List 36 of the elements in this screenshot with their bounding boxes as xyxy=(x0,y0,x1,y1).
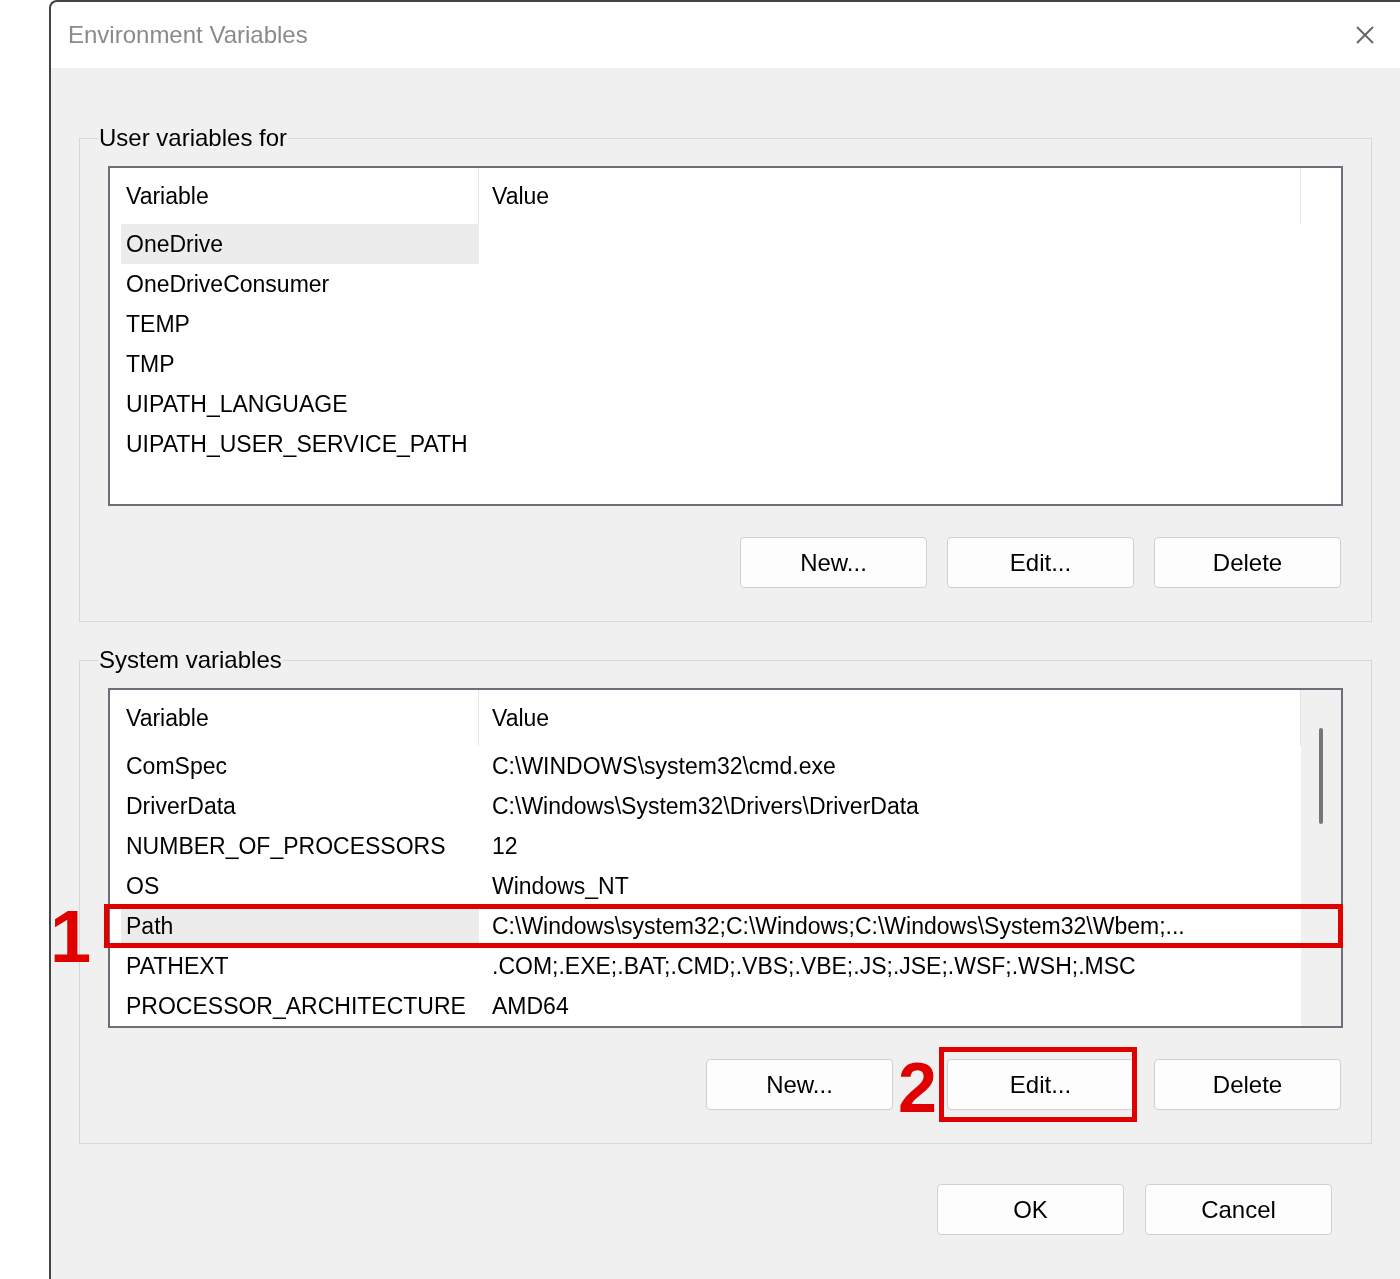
variable-cell[interactable]: OS xyxy=(121,866,479,906)
dialog-button[interactable]: New... xyxy=(740,537,927,588)
value-cell-text: C:\Windows\system32;C:\Windows;C:\Windows\System32\Wbem;... xyxy=(491,911,1186,941)
window-title: Environment Variables xyxy=(68,20,308,50)
dialog-button[interactable]: Edit... xyxy=(947,537,1134,588)
dialog-button[interactable]: OK xyxy=(937,1184,1124,1235)
value-cell-text: C:\WINDOWS\system32\cmd.exe xyxy=(491,751,837,781)
variable-cell[interactable]: TEMP xyxy=(121,304,479,344)
scrollbar-thumb[interactable] xyxy=(1319,728,1323,824)
variable-cell[interactable]: TMP xyxy=(121,344,479,384)
variable-cell[interactable]: DriverData xyxy=(121,786,479,826)
variable-cell[interactable]: OneDrive xyxy=(121,224,479,264)
variable-cell[interactable]: UIPATH_USER_SERVICE_PATH xyxy=(121,424,479,464)
dialog-button[interactable]: Delete xyxy=(1154,1059,1341,1110)
dialog-button[interactable]: Edit... xyxy=(947,1059,1134,1110)
variable-cell[interactable]: ComSpec xyxy=(121,746,479,786)
variable-cell[interactable]: PROCESSOR_ARCHITECTURE xyxy=(121,986,479,1026)
column-header[interactable]: Variable xyxy=(121,690,479,746)
value-cell-text: .COM;.EXE;.BAT;.CMD;.VBS;.VBE;.JS;.JSE;.WSF;.WSH;.MSC xyxy=(491,951,1137,981)
value-cell-text: C:\Windows\System32\Drivers\DriverData xyxy=(491,791,920,821)
callout-number: 1 xyxy=(50,900,92,974)
value-cell-text: AMD64 xyxy=(491,991,570,1021)
dialog-button[interactable]: Cancel xyxy=(1145,1184,1332,1235)
group-label: System variables xyxy=(98,645,283,675)
value-cell-text: 12 xyxy=(491,831,519,861)
callout-number: 2 xyxy=(898,1053,937,1123)
scrollbar[interactable] xyxy=(1301,690,1341,1026)
variable-cell[interactable]: OneDriveConsumer xyxy=(121,264,479,304)
dialog-button[interactable]: New... xyxy=(706,1059,893,1110)
group-label: User variables for xyxy=(98,123,289,153)
column-header[interactable]: Value xyxy=(479,168,1301,224)
dialog-button[interactable]: Delete xyxy=(1154,537,1341,588)
variable-cell[interactable]: NUMBER_OF_PROCESSORS xyxy=(121,826,479,866)
variable-cell[interactable]: PATHEXT xyxy=(121,946,479,986)
variable-cell[interactable]: UIPATH_LANGUAGE xyxy=(121,384,479,424)
value-cell-text: Windows_NT xyxy=(491,871,630,901)
